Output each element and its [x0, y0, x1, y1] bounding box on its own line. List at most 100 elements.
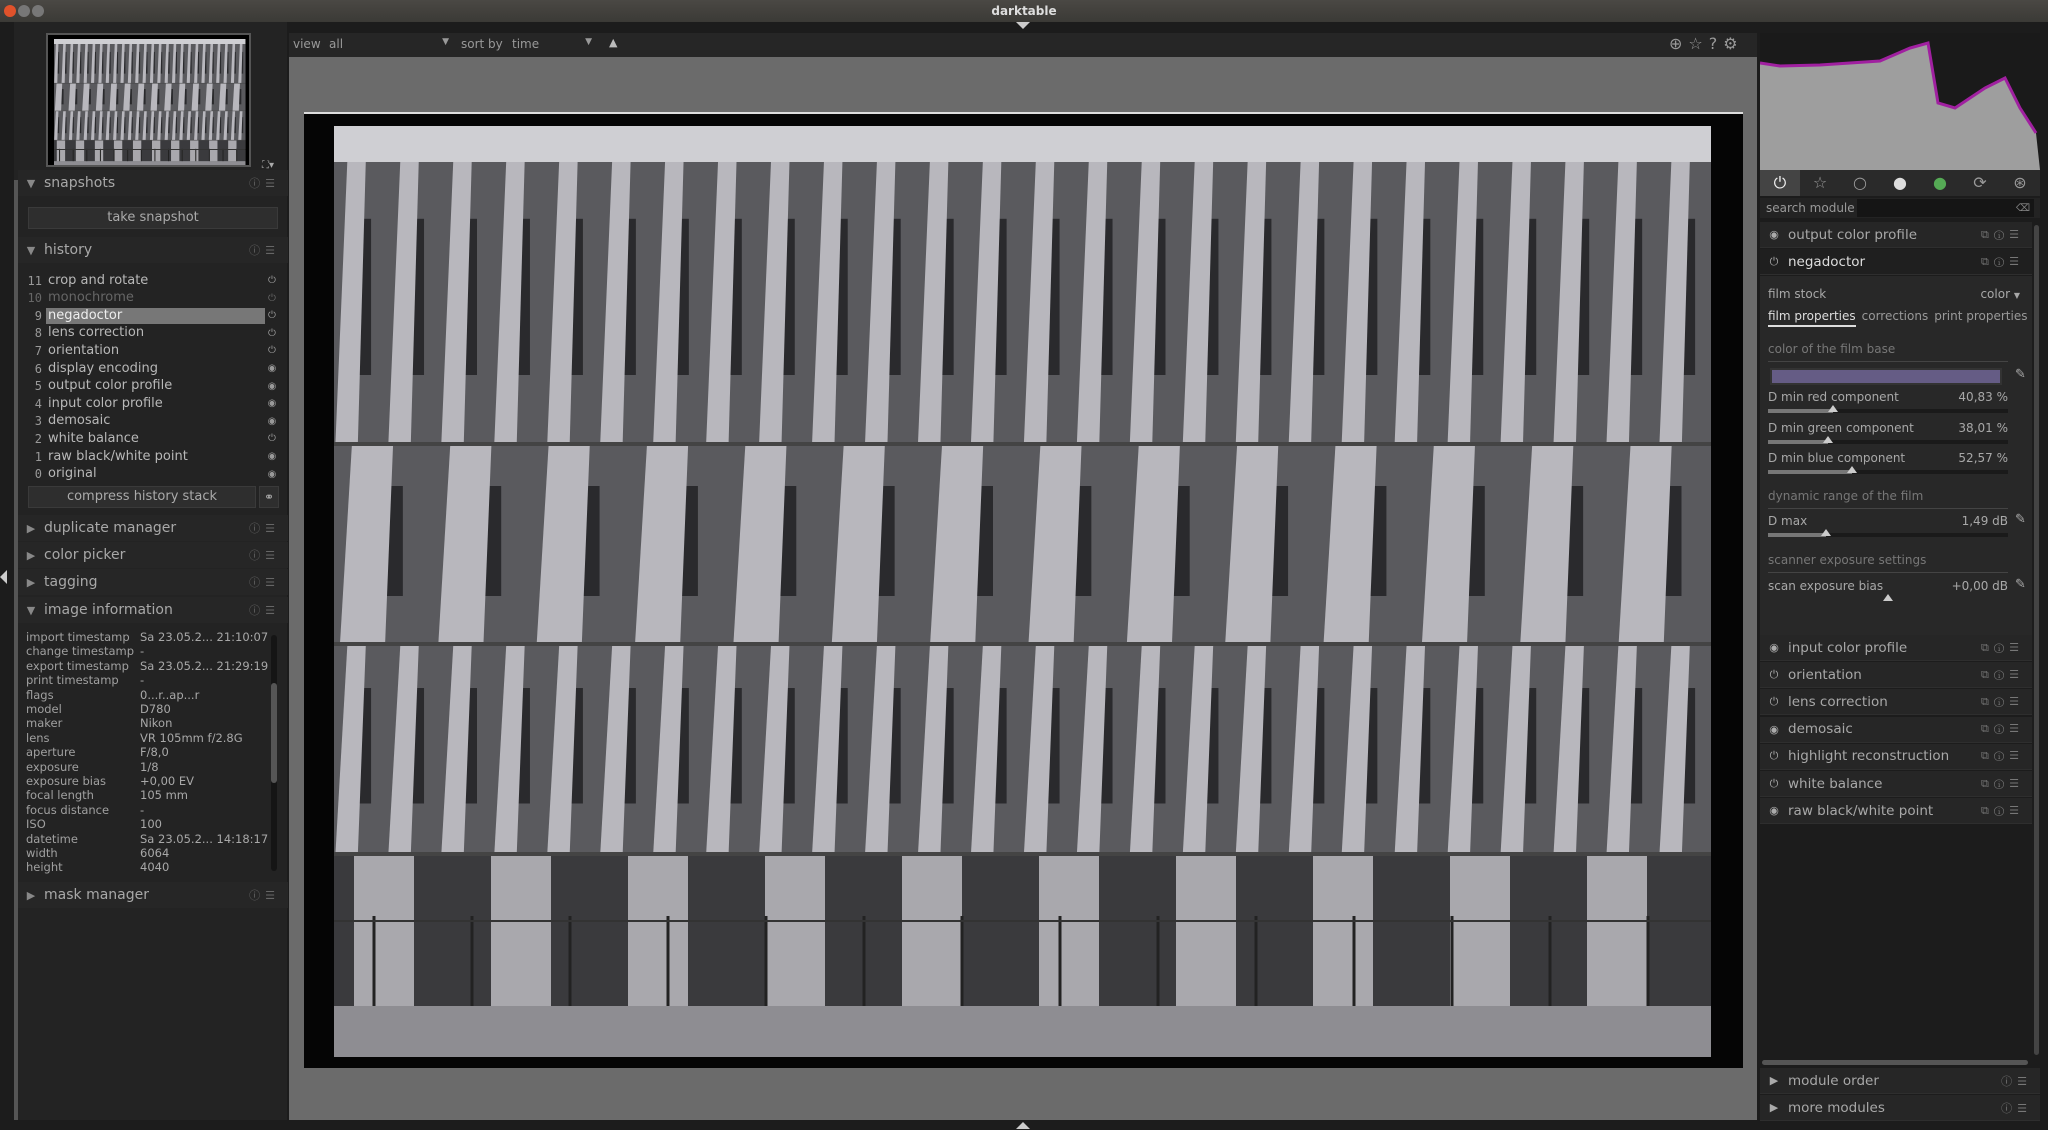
module-item[interactable]: ⏻ lens correction ⧉ⓘ☰ [1760, 689, 2032, 716]
history-item[interactable]: 10 monochrome ⏻ [24, 290, 279, 307]
dmax-slider[interactable] [1768, 529, 2008, 537]
collapse-bottom-panel-arrow[interactable] [1016, 1122, 1030, 1129]
reset-presets-icon[interactable]: ⓘ☰ [249, 242, 280, 258]
color-picker-header[interactable]: ▶ color picker ⓘ☰ [18, 542, 288, 568]
module-actions-icons[interactable]: ⧉ⓘ☰ [1981, 228, 2024, 242]
module-actions-icons[interactable]: ⧉ⓘ☰ [1981, 722, 2024, 736]
power-icon[interactable]: ⏻ [1760, 749, 1788, 763]
gear-icon[interactable]: ⚙ [1723, 34, 1743, 53]
module-actions-icons[interactable]: ⧉ⓘ☰ [1981, 695, 2024, 709]
module-order-header[interactable]: ▶ module order ⓘ☰ [1760, 1068, 2040, 1094]
more-modules-header[interactable]: ▶ more modules ⓘ☰ [1760, 1095, 2040, 1121]
reset-presets-icon[interactable]: ⓘ☰ [249, 602, 280, 618]
power-icon[interactable]: ⏻ [1760, 777, 1788, 791]
minimize-window-button[interactable] [18, 5, 30, 17]
module-actions-icons[interactable]: ⧉ⓘ☰ [1981, 255, 2024, 269]
sort-dropdown[interactable]: time ▼ [512, 37, 592, 51]
photo-shape [132, 140, 142, 162]
search-module-input[interactable] [1857, 199, 2034, 217]
module-output-color-profile[interactable]: ◉ output color profile ⧉ⓘ☰ [1760, 222, 2032, 248]
mask-manager-header[interactable]: ▶ mask manager ⓘ☰ [18, 882, 288, 908]
history-item[interactable]: 6 display encoding ◉ [24, 360, 279, 377]
left-panel-scrollbar[interactable] [14, 180, 18, 1120]
right-panel-scrollbar[interactable] [2034, 225, 2039, 1055]
history-item[interactable]: 11 crop and rotate ⏻ [24, 272, 279, 289]
reset-presets-icon[interactable]: ⓘ☰ [2001, 1100, 2032, 1116]
horizontal-scrollbar[interactable] [1762, 1060, 2028, 1065]
history-item[interactable]: 3 demosaic ◉ [24, 413, 279, 430]
image-information-scrollbar[interactable] [271, 635, 277, 871]
history-item[interactable]: 9 negadoctor ⏻ [24, 307, 279, 324]
scan-exposure-bias-slider[interactable] [1768, 594, 2008, 602]
view-dropdown[interactable]: all ▼ [329, 37, 449, 51]
film-base-color-swatch[interactable] [1770, 368, 2002, 385]
module-item[interactable]: ◉ demosaic ⧉ⓘ☰ [1760, 716, 2032, 743]
image-information-header[interactable]: ▼ image information ⓘ☰ [18, 597, 288, 623]
reset-presets-icon[interactable]: ⓘ☰ [249, 574, 280, 590]
help-icon[interactable]: ? [1709, 34, 1724, 53]
star-icon[interactable]: ☆ [1800, 170, 1840, 196]
module-actions-icons[interactable]: ⧉ⓘ☰ [1981, 804, 2024, 818]
power-icon[interactable]: ⏻ [1760, 255, 1788, 269]
module-actions-icons[interactable]: ⧉ⓘ☰ [1981, 668, 2024, 682]
dmin-slider[interactable] [1768, 466, 2008, 474]
history-item[interactable]: 0 original ◉ [24, 466, 279, 483]
refresh-icon[interactable]: ⟳ [1960, 170, 2000, 196]
module-item[interactable]: ⏻ highlight reconstruction ⧉ⓘ☰ [1760, 743, 2032, 770]
dmin-slider[interactable] [1768, 435, 2008, 444]
history-style-button[interactable]: ⚭ [259, 486, 279, 508]
power-icon[interactable]: ⏻ [1760, 170, 1800, 196]
reset-presets-icon[interactable]: ⓘ☰ [2001, 1073, 2032, 1089]
clear-search-icon[interactable]: ⌫ [2016, 203, 2030, 214]
color-picker-icon[interactable]: ✎ [2015, 512, 2026, 527]
tab-film-properties[interactable]: film properties [1768, 309, 1856, 327]
navigation-thumbnail[interactable] [46, 33, 251, 169]
power-icon[interactable]: ⏻ [1760, 695, 1788, 709]
module-actions-icons[interactable]: ⧉ⓘ☰ [1981, 777, 2024, 791]
module-negadoctor[interactable]: ⏻ negadoctor ⧉ⓘ☰ [1760, 249, 2032, 275]
reset-presets-icon[interactable]: ⓘ☰ [249, 175, 280, 191]
color-picker-icon[interactable]: ✎ [2015, 367, 2026, 382]
maximize-window-button[interactable] [32, 5, 44, 17]
collapse-left-panel-arrow[interactable] [0, 570, 7, 584]
reset-presets-icon[interactable]: ⓘ☰ [249, 547, 280, 563]
color-picker-icon[interactable]: ✎ [2015, 577, 2026, 592]
star-icon[interactable]: ☆ [1688, 34, 1708, 53]
circle-icon[interactable]: ○ [1840, 170, 1880, 196]
collapsed-icon: ▶ [1769, 1101, 1779, 1114]
dmin-slider[interactable] [1768, 405, 2008, 413]
histogram[interactable] [1759, 33, 2040, 170]
module-actions-icons[interactable]: ⧉ⓘ☰ [1981, 641, 2024, 655]
history-item[interactable]: 8 lens correction ⏻ [24, 325, 279, 342]
history-item[interactable]: 4 input color profile ◉ [24, 395, 279, 412]
module-item[interactable]: ◉ input color profile ⧉ⓘ☰ [1760, 635, 2032, 661]
history-item[interactable]: 7 orientation ⏻ [24, 342, 279, 359]
sort-direction-icon[interactable]: ▲ [609, 36, 617, 49]
color-wheel-icon[interactable]: ● [1920, 170, 1960, 196]
gradient-icon[interactable]: ● [1880, 170, 1920, 196]
close-window-button[interactable] [4, 5, 16, 17]
power-icon[interactable]: ⏻ [1760, 668, 1788, 682]
image-preview[interactable] [304, 112, 1743, 1068]
compress-history-button[interactable]: compress history stack [28, 486, 256, 508]
tab-print-properties[interactable]: print properties [1934, 309, 2027, 327]
module-item[interactable]: ⏻ white balance ⧉ⓘ☰ [1760, 771, 2032, 797]
module-item[interactable]: ◉ raw black/white point ⧉ⓘ☰ [1760, 798, 2032, 825]
history-item[interactable]: 1 raw black/white point ◉ [24, 448, 279, 465]
aperture-icon[interactable]: ⊛ [2000, 170, 2040, 196]
tagging-header[interactable]: ▶ tagging ⓘ☰ [18, 569, 288, 595]
tab-corrections[interactable]: corrections [1862, 309, 1929, 327]
module-actions-icons[interactable]: ⧉ⓘ☰ [1981, 749, 2024, 763]
history-item[interactable]: 2 white balance ⏻ [24, 430, 279, 447]
snapshots-header[interactable]: ▼ snapshots ⓘ☰ [18, 170, 288, 196]
reset-presets-icon[interactable]: ⓘ☰ [249, 887, 280, 903]
history-item[interactable]: 5 output color profile ◉ [24, 378, 279, 395]
reset-presets-icon[interactable]: ⓘ☰ [249, 520, 280, 536]
duplicate-manager-header[interactable]: ▶ duplicate manager ⓘ☰ [18, 515, 288, 541]
collapse-top-panel-arrow[interactable] [1016, 22, 1030, 29]
module-item[interactable]: ⏻ orientation ⧉ⓘ☰ [1760, 662, 2032, 689]
grouping-icon[interactable]: ⊕ [1669, 34, 1688, 53]
history-header[interactable]: ▼ history ⓘ☰ [18, 237, 288, 263]
take-snapshot-button[interactable]: take snapshot [28, 207, 278, 229]
film-stock-dropdown[interactable]: color ▼ [1980, 287, 2020, 301]
